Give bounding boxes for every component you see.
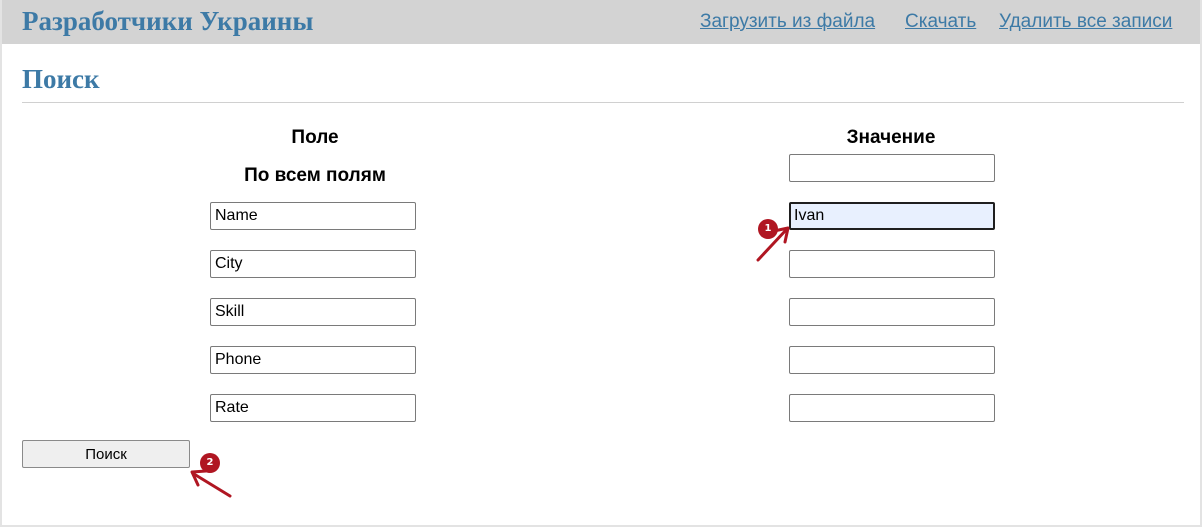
field-input-skill[interactable]	[210, 298, 416, 326]
all-fields-value-input[interactable]	[789, 154, 995, 182]
field-input-phone[interactable]	[210, 346, 416, 374]
upload-from-file-link[interactable]: Загрузить из файла	[700, 11, 875, 33]
value-input-skill[interactable]	[789, 298, 995, 326]
section-divider	[22, 102, 1184, 103]
field-column-header: Поле	[291, 127, 339, 148]
field-input-rate[interactable]	[210, 394, 416, 422]
value-input-rate[interactable]	[789, 394, 995, 422]
annotation-marker-1: 1	[758, 219, 778, 239]
header-bar: Разработчики Украины Загрузить из файла …	[2, 0, 1200, 44]
value-input-phone[interactable]	[789, 346, 995, 374]
delete-all-records-link[interactable]: Удалить все записи	[999, 11, 1172, 33]
page: Разработчики Украины Загрузить из файла …	[0, 0, 1202, 527]
annotation-marker-2: 2	[200, 453, 220, 473]
field-input-city[interactable]	[210, 250, 416, 278]
download-link[interactable]: Скачать	[905, 11, 976, 33]
value-input-city[interactable]	[789, 250, 995, 278]
site-title: Разработчики Украины	[22, 6, 314, 36]
all-fields-label: По всем полям	[244, 165, 386, 186]
value-column-header: Значение	[846, 127, 936, 148]
field-input-name[interactable]	[210, 202, 416, 230]
search-section-title: Поиск	[22, 64, 100, 94]
search-button[interactable]: Поиск	[22, 440, 190, 468]
value-input-name[interactable]	[789, 202, 995, 230]
